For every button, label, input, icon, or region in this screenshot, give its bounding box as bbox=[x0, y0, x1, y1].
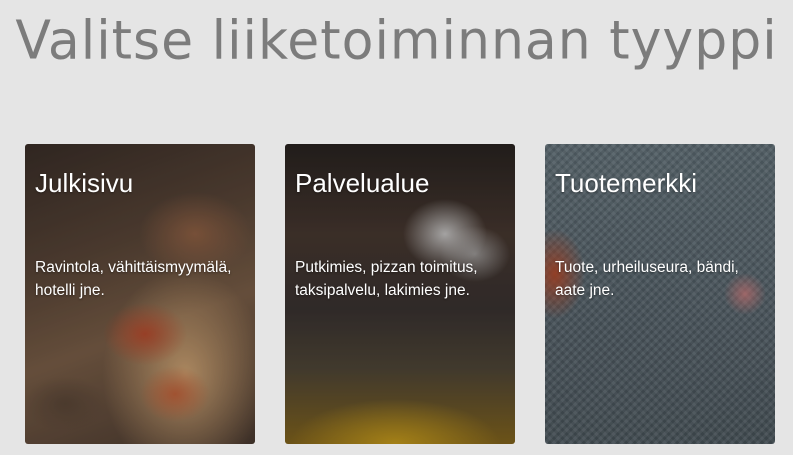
page-title: Valitse liiketoiminnan tyyppi bbox=[15, 10, 778, 72]
card-palvelualue[interactable]: Palvelualue Putkimies, pizzan toimitus, … bbox=[285, 144, 515, 444]
card-heading: Julkisivu bbox=[35, 168, 134, 198]
card-julkisivu[interactable]: Julkisivu Ravintola, vähittäismyymälä, h… bbox=[25, 144, 255, 444]
card-tuotemerkki[interactable]: Tuotemerkki Tuote, urheiluseura, bändi, … bbox=[545, 144, 775, 444]
card-description: Putkimies, pizzan toimitus, taksipalvelu… bbox=[295, 259, 478, 299]
card-heading: Tuotemerkki bbox=[555, 168, 698, 198]
card-heading: Palvelualue bbox=[295, 168, 430, 198]
card-description: Tuote, urheiluseura, bändi, aate jne. bbox=[555, 259, 739, 299]
business-type-page: Valitse liiketoiminnan tyyppi Julkisivu … bbox=[0, 0, 793, 455]
card-description: Ravintola, vähittäismyymälä, hotelli jne… bbox=[35, 259, 232, 299]
